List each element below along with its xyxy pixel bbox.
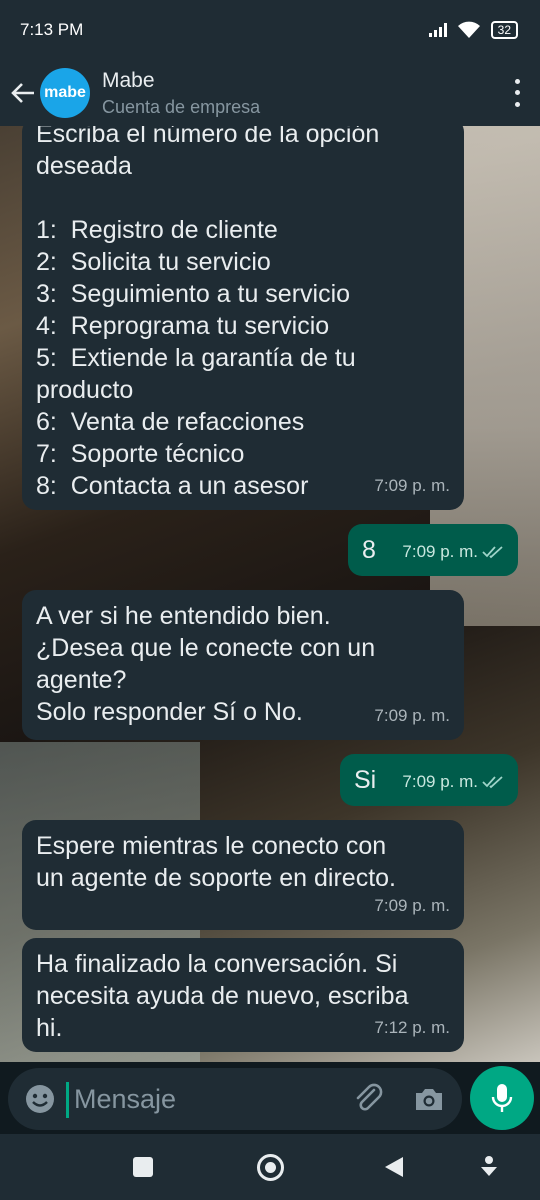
microphone-icon [491, 1084, 513, 1112]
message-time-group: 7:09 p. m. [402, 536, 504, 568]
message-time-group: 7:09 p. m. [402, 766, 504, 798]
avatar-label: mabe [44, 84, 86, 101]
system-navigation-bar [0, 1134, 540, 1200]
message-bubble-incoming[interactable]: A ver si he entendido bien. ¿Desea que l… [22, 590, 464, 740]
message-bubble-outgoing[interactable]: 8 7:09 p. m. [348, 524, 518, 576]
message-text: Escriba el número de la opción deseada 1… [36, 126, 380, 500]
message-time: 7:09 p. m. [374, 476, 450, 495]
recent-apps-icon[interactable] [133, 1157, 153, 1177]
paperclip-icon[interactable] [352, 1082, 386, 1116]
voice-record-button[interactable] [470, 1066, 534, 1130]
home-icon[interactable] [257, 1154, 284, 1181]
battery-level: 32 [497, 23, 511, 37]
chat-header: mabe Mabe Cuenta de empresa [0, 60, 540, 126]
emoji-icon[interactable] [24, 1083, 56, 1115]
message-bubble-outgoing[interactable]: Si 7:09 p. m. [340, 754, 518, 806]
message-text: Espere mientras le conecto con un agente… [36, 832, 396, 892]
back-arrow-icon[interactable] [8, 78, 38, 108]
message-time: 7:09 p. m. [402, 772, 478, 791]
status-icons: 32 [428, 21, 518, 39]
double-check-icon [482, 546, 503, 559]
message-placeholder: Mensaje [74, 1084, 177, 1114]
message-bubble-incoming[interactable]: Espere mientras le conecto con un agente… [22, 820, 464, 930]
message-input[interactable]: Mensaje [8, 1068, 462, 1130]
message-time: 7:09 p. m. [374, 706, 450, 725]
more-options-icon[interactable] [512, 76, 522, 110]
keyboard-hide-icon[interactable] [478, 1154, 500, 1180]
contact-name: Mabe [102, 68, 155, 92]
message-time: 7:09 p. m. [402, 542, 478, 561]
status-time: 7:13 PM [20, 20, 84, 39]
message-time: 7:12 p. m. [374, 1018, 450, 1037]
signal-icon [428, 23, 447, 37]
contact-info[interactable]: Mabe Cuenta de empresa [102, 69, 260, 118]
status-bar: 7:13 PM 32 [0, 0, 540, 60]
text-caret [66, 1082, 69, 1118]
camera-icon[interactable] [412, 1082, 446, 1116]
back-icon[interactable] [385, 1157, 403, 1177]
message-time: 7:09 p. m. [374, 896, 450, 915]
battery-icon: 32 [490, 21, 518, 39]
wifi-icon [457, 21, 480, 38]
avatar[interactable]: mabe [40, 68, 90, 118]
contact-subtitle: Cuenta de empresa [102, 96, 261, 117]
message-bubble-incoming[interactable]: Escriba el número de la opción deseada 1… [22, 126, 464, 510]
composer-bar: Mensaje [0, 1062, 540, 1134]
double-check-icon [482, 776, 503, 789]
chat-area[interactable]: Escriba el número de la opción deseada 1… [0, 126, 540, 1062]
message-bubble-incoming[interactable]: Ha finalizado la conversación. Si necesi… [22, 938, 464, 1052]
